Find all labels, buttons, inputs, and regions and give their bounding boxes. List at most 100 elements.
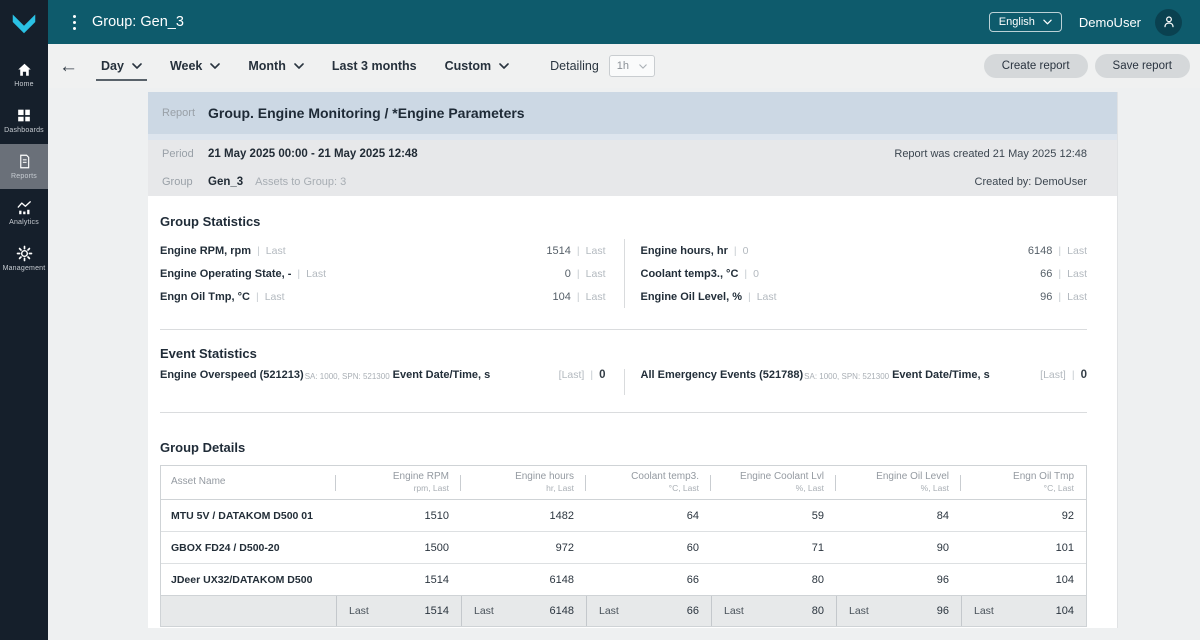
value-cell: 90 (936, 541, 949, 554)
sidebar-item-analytics[interactable]: Analytics (0, 190, 48, 235)
column-unit: %, Last (920, 483, 949, 494)
tab-label: Last 3 months (331, 59, 417, 73)
event-aggregation: [Last] (1040, 369, 1066, 381)
group-statistics: Engine RPM, rpm | Last 1514 | Last Engine Op… (160, 239, 1087, 308)
group-label: Group (162, 176, 193, 188)
column-name: Engine Coolant Lvl (740, 470, 824, 482)
column-name: Engn Oil Tmp (1013, 470, 1074, 482)
tab-label: Week (169, 59, 203, 73)
value-cell: 1482 (549, 509, 574, 522)
report-label: Report (162, 107, 196, 119)
footer-aggregation: Last (599, 605, 619, 617)
kebab-menu-icon[interactable] (73, 14, 76, 30)
tab-label: Day (101, 59, 124, 73)
separator: | (1058, 267, 1062, 280)
stat-sublabel: 0 (753, 267, 759, 280)
value-cell: 1500 (424, 541, 449, 554)
sidebar: Home Dashboards Reports Analytics Manage… (0, 0, 48, 640)
sidebar-item-label: Reports (11, 173, 37, 180)
stat-value: 66 (1040, 267, 1053, 280)
tab-custom[interactable]: Custom (431, 51, 524, 81)
footer-value: 66 (686, 605, 699, 617)
detailing-label: Detailing (550, 59, 599, 73)
value-cell: 64 (686, 509, 699, 522)
stat-row: Engine RPM, rpm | Last 1514 | Last (160, 239, 606, 262)
save-report-button[interactable]: Save report (1094, 54, 1190, 78)
report-title: Group. Engine Monitoring / *Engine Param… (208, 105, 525, 121)
value-cell: 96 (936, 573, 949, 586)
tab-last-3-months[interactable]: Last 3 months (318, 51, 431, 81)
value-cell: 6148 (549, 573, 574, 586)
chevron-down-icon (210, 63, 221, 69)
stat-row: Coolant temp3., °C | 0 66 | Last (641, 262, 1088, 285)
management-icon (16, 245, 33, 262)
footer-aggregation: Last (474, 605, 494, 617)
separator: | (744, 267, 748, 280)
group-statistics-title: Group Statistics (160, 214, 261, 229)
sidebar-item-management[interactable]: Management (0, 236, 48, 281)
stat-row: Engine hours, hr | 0 6148 | Last (641, 239, 1088, 262)
period-value: 21 May 2025 00:00 - 21 May 2025 12:48 (208, 148, 418, 160)
separator: | (1071, 369, 1075, 381)
stat-aggregation: Last (585, 244, 606, 257)
column-header: Asset Name (161, 466, 336, 499)
column-header: Engine hours hr, Last (461, 466, 586, 499)
language-selector[interactable]: English (988, 12, 1062, 32)
stat-aggregation: Last (585, 290, 606, 303)
period-tabs: Day Week Month Last 3 months Custom (87, 51, 523, 81)
stat-label: Engine Oil Level, % (640, 290, 742, 303)
user-icon (1163, 16, 1174, 28)
tab-month[interactable]: Month (234, 51, 317, 81)
value-cell: 66 (686, 573, 699, 586)
app-logo[interactable] (0, 0, 48, 44)
event-value: 0 (599, 369, 606, 381)
tab-week[interactable]: Week (156, 51, 234, 81)
chevron-down-icon (499, 63, 509, 69)
tab-day[interactable]: Day (87, 51, 156, 81)
event-row: Engine Overspeed (521213) SA: 1000, SPN: … (160, 369, 606, 395)
back-button[interactable]: ← (59, 57, 78, 76)
column-unit: %, Last (795, 483, 824, 494)
table-row: GBOX FD24 / D500-20 1500 972 60 71 90 101 (161, 532, 1086, 564)
footer-value: 104 (1055, 605, 1074, 617)
sidebar-item-home[interactable]: Home (0, 52, 48, 97)
column-unit: °C, Last (1043, 483, 1074, 494)
page-title: Group: Gen_3 (92, 14, 184, 30)
column-header: Engine Coolant Lvl%, Last (711, 466, 836, 499)
stat-row: Engine Oil Level, % | Last 96 | Last (641, 285, 1088, 308)
event-value: 0 (1080, 369, 1087, 381)
sidebar-item-dashboards[interactable]: Dashboards (0, 98, 48, 143)
separator: | (297, 267, 301, 280)
footer-cell: Last 6148 (461, 596, 586, 626)
stat-sublabel: Last (306, 267, 326, 280)
stat-aggregation: Last (1067, 290, 1087, 303)
avatar[interactable] (1155, 8, 1182, 36)
group-details-table: Asset Name Engine RPM rpm, Last Engine ho… (160, 465, 1087, 627)
column-header: Engn Oil Tmp °C, Last (961, 466, 1086, 499)
footer-cell: Last 96 (836, 596, 961, 626)
separator: | (1058, 290, 1062, 303)
separator: | (747, 290, 751, 303)
stat-value: 1514 (546, 244, 571, 257)
footer-value: 96 (936, 605, 949, 617)
separator: | (576, 244, 580, 257)
detailing-select[interactable]: 1h (608, 55, 655, 77)
event-name: Engine Overspeed (521213) (160, 369, 304, 381)
sidebar-item-reports[interactable]: Reports (0, 144, 48, 189)
table-row: JDeer UX32/DATAKOM D500 1514 6148 66 80 96 10… (161, 564, 1086, 596)
analytics-icon (16, 199, 33, 216)
value-cell: 71 (811, 541, 824, 554)
footer-cell: Last 104 (961, 596, 1086, 626)
sidebar-item-label: Management (2, 265, 46, 272)
reports-icon (17, 153, 32, 170)
stat-label: Engn Oil Tmp, °C (160, 290, 250, 303)
section-divider (160, 329, 1087, 330)
create-report-button[interactable]: Create report (983, 54, 1088, 78)
column-unit: rpm, Last (413, 483, 449, 494)
footer-aggregation: Last (849, 605, 869, 617)
footer-aggregation: Last (724, 605, 744, 617)
footer-cell: Last 66 (586, 596, 711, 626)
column-name: Engine Oil Level (876, 470, 949, 482)
column-unit: °C, Last (668, 483, 699, 494)
tab-label: Custom (444, 59, 492, 73)
